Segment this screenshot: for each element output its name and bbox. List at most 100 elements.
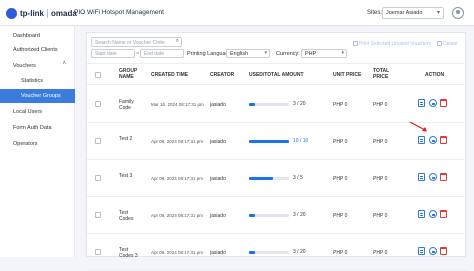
usage-progress-fill — [249, 214, 255, 217]
column-used-total: USED/TOTAL AMOUNT — [249, 72, 304, 78]
created-time-cell: Mar 16, 2024 08:17:31 pm — [151, 102, 204, 107]
search-icon: ⌕ — [175, 38, 179, 44]
print-icon[interactable] — [429, 136, 437, 144]
row-checkbox[interactable] — [95, 175, 101, 181]
sidebar-item-authorized-clients[interactable]: Authorized Clients — [0, 43, 75, 57]
currency-value: PHP — [305, 51, 317, 57]
print-icon[interactable] — [429, 247, 437, 255]
used-total-count: 3 / 20 — [293, 101, 306, 107]
unit-price-cell: PHP 0 — [333, 213, 348, 219]
created-time-cell: Apr 09, 2024 08:17:31 pm — [151, 250, 204, 255]
usage-progress-fill — [249, 140, 289, 143]
row-checkbox[interactable] — [95, 101, 101, 107]
total-price-cell: PHP 0 — [373, 102, 388, 108]
column-unit-price: UNIT PRICE — [333, 72, 362, 78]
sidebar-item-label: Operators — [13, 141, 38, 147]
date-range-separator: ~ — [136, 51, 140, 57]
delete-selected-button[interactable]: Delete — [437, 41, 457, 47]
usage-progress-fill — [249, 251, 255, 254]
sidebar-item-label: Statistics — [21, 78, 44, 84]
print-selected-button[interactable]: Print Selected Unused Vouchers — [353, 41, 431, 47]
sidebar-item-operators[interactable]: Operators — [0, 137, 75, 151]
creator-cell: jasiado — [210, 250, 226, 256]
usage-progress-bar — [249, 177, 289, 180]
printer-icon — [353, 41, 358, 47]
usage-progress-bar — [249, 251, 289, 254]
created-time-cell: Apr 09, 2024 08:17:31 pm — [151, 176, 204, 181]
group-name-cell: Family Code — [119, 99, 134, 111]
edit-icon[interactable] — [418, 136, 425, 144]
sidebar-item-statistics[interactable]: Statistics — [0, 74, 75, 88]
voucher-groups-panel: Search Name or Voucher Code ⌕ Start date… — [86, 32, 467, 271]
logo-divider — [47, 9, 48, 18]
printing-language-select[interactable]: English ▾ — [226, 49, 270, 58]
print-icon[interactable] — [429, 210, 437, 218]
sidebar-item-label: Form Auth Data — [13, 125, 52, 131]
edit-icon[interactable] — [418, 173, 425, 181]
creator-cell: jasiado — [210, 176, 226, 182]
brand-logo[interactable]: tp-link omada — [6, 7, 77, 20]
sidebar-item-label: Local Users — [13, 109, 43, 115]
chevron-up-icon: ˄ — [62, 61, 66, 67]
sidebar: Dashboard Authorized Clients Vouchers ˄ S… — [0, 26, 75, 257]
start-date-input[interactable]: Start date — [91, 49, 135, 58]
table-row[interactable]: Family Code Mar 16, 2024 08:17:31 pm jasia… — [87, 86, 467, 123]
row-checkbox[interactable] — [95, 212, 101, 218]
group-name-cell: Test Codes 3 — [119, 247, 138, 259]
row-checkbox[interactable] — [95, 138, 101, 144]
sidebar-item-form-auth-data[interactable]: Form Auth Data — [0, 121, 75, 135]
select-all-checkbox[interactable] — [95, 72, 101, 78]
usage-progress-fill — [249, 177, 273, 180]
print-selected-label: Print Selected Unused Vouchers — [359, 41, 431, 47]
delete-icon[interactable] — [440, 247, 447, 255]
usage-progress-bar — [249, 140, 289, 143]
creator-cell: jasiado — [210, 139, 226, 145]
user-account-icon[interactable] — [452, 7, 464, 19]
end-date-input[interactable]: End date — [140, 49, 184, 58]
unit-price-cell: PHP 0 — [333, 102, 348, 108]
sidebar-item-vouchers[interactable]: Vouchers ˄ — [0, 59, 75, 73]
tp-link-logo-icon — [6, 8, 17, 19]
sidebar-item-label: Vouchers — [13, 63, 36, 69]
annotation-arrow — [409, 121, 427, 132]
usage-progress-bar — [249, 103, 289, 106]
delete-icon[interactable] — [440, 99, 447, 107]
row-checkbox[interactable] — [95, 249, 101, 255]
edit-icon[interactable] — [418, 210, 425, 218]
site-selector[interactable]: Joemar Asiado ▾ — [382, 7, 444, 19]
delete-selected-label: Delete — [443, 41, 458, 47]
sidebar-item-dashboard[interactable]: Dashboard — [0, 29, 75, 43]
top-bar: tp-link omada PIO WiFi Hotspot Managemen… — [0, 0, 474, 26]
delete-icon[interactable] — [440, 173, 447, 181]
table-row[interactable]: Test 3 Apr 09, 2024 08:17:31 pm jasiado 3 /… — [87, 160, 467, 197]
sidebar-item-label: Dashboard — [13, 33, 40, 39]
total-price-cell: PHP 0 — [373, 213, 388, 219]
unit-price-cell: PHP 0 — [333, 250, 348, 256]
sidebar-item-voucher-groups[interactable]: Voucher Groups — [0, 89, 75, 103]
edit-icon[interactable] — [418, 99, 425, 107]
chevron-down-icon: ▾ — [341, 50, 344, 56]
delete-icon[interactable] — [440, 210, 447, 218]
app-title: PIO WiFi Hotspot Management — [74, 9, 164, 16]
print-icon[interactable] — [429, 99, 437, 107]
print-icon[interactable] — [429, 173, 437, 181]
used-total-count: 10 / 10 — [293, 138, 309, 144]
edit-icon[interactable] — [418, 247, 425, 255]
sites-label: Sites: — [367, 10, 383, 16]
unit-price-cell: PHP 0 — [333, 139, 348, 145]
creator-cell: jasiado — [210, 102, 226, 108]
column-created-time: CREATED TIME — [151, 72, 189, 78]
brand-tp-link: tp-link — [20, 9, 44, 18]
search-input[interactable]: Search Name or Voucher Code ⌕ — [91, 37, 182, 47]
group-name-cell: Test 3 — [119, 173, 133, 179]
table-row[interactable]: Test Codes Apr 09, 2024 08:17:31 pm jasiad… — [87, 197, 467, 234]
currency-select[interactable]: PHP ▾ — [301, 49, 347, 58]
delete-icon[interactable] — [440, 136, 447, 144]
table-row[interactable]: Test Codes 3 Apr 09, 2024 08:17:31 pm jasi… — [87, 234, 467, 271]
total-price-cell: PHP 0 — [373, 250, 388, 256]
created-time-cell: Apr 09, 2024 08:17:31 pm — [151, 139, 204, 144]
usage-progress-bar — [249, 214, 289, 217]
total-price-cell: PHP 0 — [373, 139, 388, 145]
sidebar-item-local-users[interactable]: Local Users — [0, 105, 75, 119]
currency-label: Currency: — [276, 51, 300, 57]
